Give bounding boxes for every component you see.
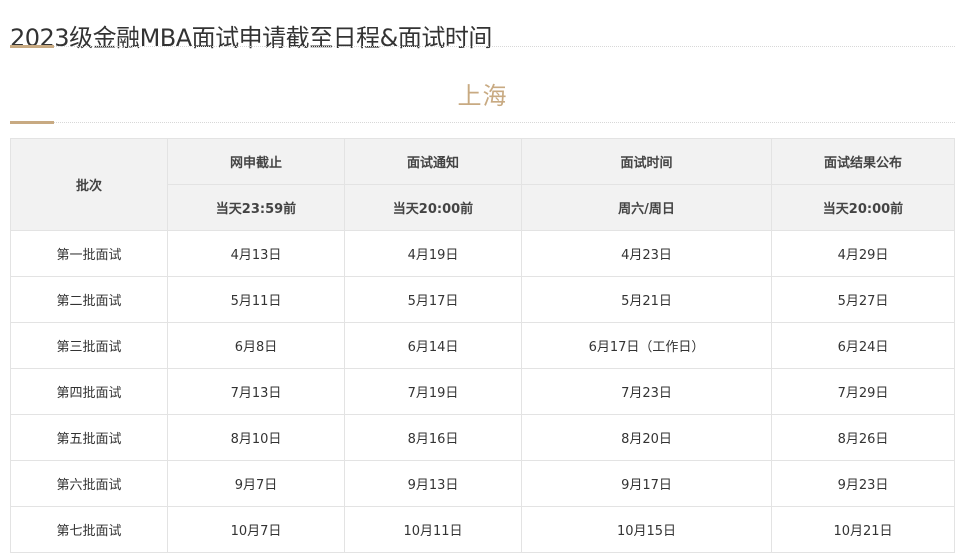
batch-cell: 第五批面试 [10,414,168,461]
interview-cell: 10月15日 [521,506,772,553]
column-subheader-notice: 当天20:00前 [344,184,522,231]
table-row: 第六批面试 9月7日 9月13日 9月17日 9月23日 [10,460,955,507]
interview-cell: 5月21日 [521,276,772,323]
section-divider [10,122,955,123]
column-header-result: 面试结果公布 [771,138,955,185]
deadline-cell: 4月13日 [167,230,345,277]
interview-cell: 7月23日 [521,368,772,415]
result-cell: 9月23日 [771,460,955,507]
table-row: 第七批面试 10月7日 10月11日 10月15日 10月21日 [10,506,955,553]
interview-cell: 8月20日 [521,414,772,461]
result-cell: 5月27日 [771,276,955,323]
deadline-cell: 10月7日 [167,506,345,553]
column-subheader-interview: 周六/周日 [521,184,772,231]
page-title: 2023级金融MBA面试申请截至日程&面试时间 [10,24,492,53]
interview-cell: 4月23日 [521,230,772,277]
notice-cell: 7月19日 [344,368,522,415]
result-cell: 10月21日 [771,506,955,553]
notice-cell: 8月16日 [344,414,522,461]
table-row: 第二批面试 5月11日 5月17日 5月21日 5月27日 [10,276,955,323]
deadline-cell: 9月7日 [167,460,345,507]
interview-cell: 9月17日 [521,460,772,507]
deadline-cell: 6月8日 [167,322,345,369]
title-accent-bar [10,45,54,48]
table-body: 第一批面试 4月13日 4月19日 4月23日 4月29日 第二批面试 5月11… [10,230,955,553]
result-cell: 8月26日 [771,414,955,461]
notice-cell: 9月13日 [344,460,522,507]
column-subheader-result: 当天20:00前 [771,184,955,231]
section-title: 上海 [457,82,508,110]
notice-cell: 4月19日 [344,230,522,277]
column-subheader-deadline: 当天23:59前 [167,184,345,231]
column-header-interview: 面试时间 [521,138,772,185]
schedule-table: 批次 网申截止 面试通知 面试时间 面试结果公布 当天23:59前 当天20:0… [10,138,955,553]
header-row: 批次 网申截止 面试通知 面试时间 面试结果公布 [10,138,955,231]
section-accent-bar [10,121,54,124]
column-header-notice: 面试通知 [344,138,522,185]
batch-cell: 第四批面试 [10,368,168,415]
batch-cell: 第三批面试 [10,322,168,369]
table-row: 第一批面试 4月13日 4月19日 4月23日 4月29日 [10,230,955,277]
result-cell: 6月24日 [771,322,955,369]
deadline-cell: 7月13日 [167,368,345,415]
batch-cell: 第二批面试 [10,276,168,323]
table-header: 批次 网申截止 面试通知 面试时间 面试结果公布 当天23:59前 当天20:0… [10,138,955,231]
table-row: 第五批面试 8月10日 8月16日 8月20日 8月26日 [10,414,955,461]
notice-cell: 10月11日 [344,506,522,553]
batch-cell: 第六批面试 [10,460,168,507]
notice-cell: 5月17日 [344,276,522,323]
interview-cell: 6月17日（工作日） [521,322,772,369]
deadline-cell: 8月10日 [167,414,345,461]
deadline-cell: 5月11日 [167,276,345,323]
notice-cell: 6月14日 [344,322,522,369]
column-header-deadline: 网申截止 [167,138,345,185]
table-row: 第四批面试 7月13日 7月19日 7月23日 7月29日 [10,368,955,415]
batch-header: 批次 [10,138,168,231]
title-divider [10,46,955,47]
table-row: 第三批面试 6月8日 6月14日 6月17日（工作日） 6月24日 [10,322,955,369]
result-cell: 7月29日 [771,368,955,415]
batch-cell: 第七批面试 [10,506,168,553]
batch-cell: 第一批面试 [10,230,168,277]
result-cell: 4月29日 [771,230,955,277]
